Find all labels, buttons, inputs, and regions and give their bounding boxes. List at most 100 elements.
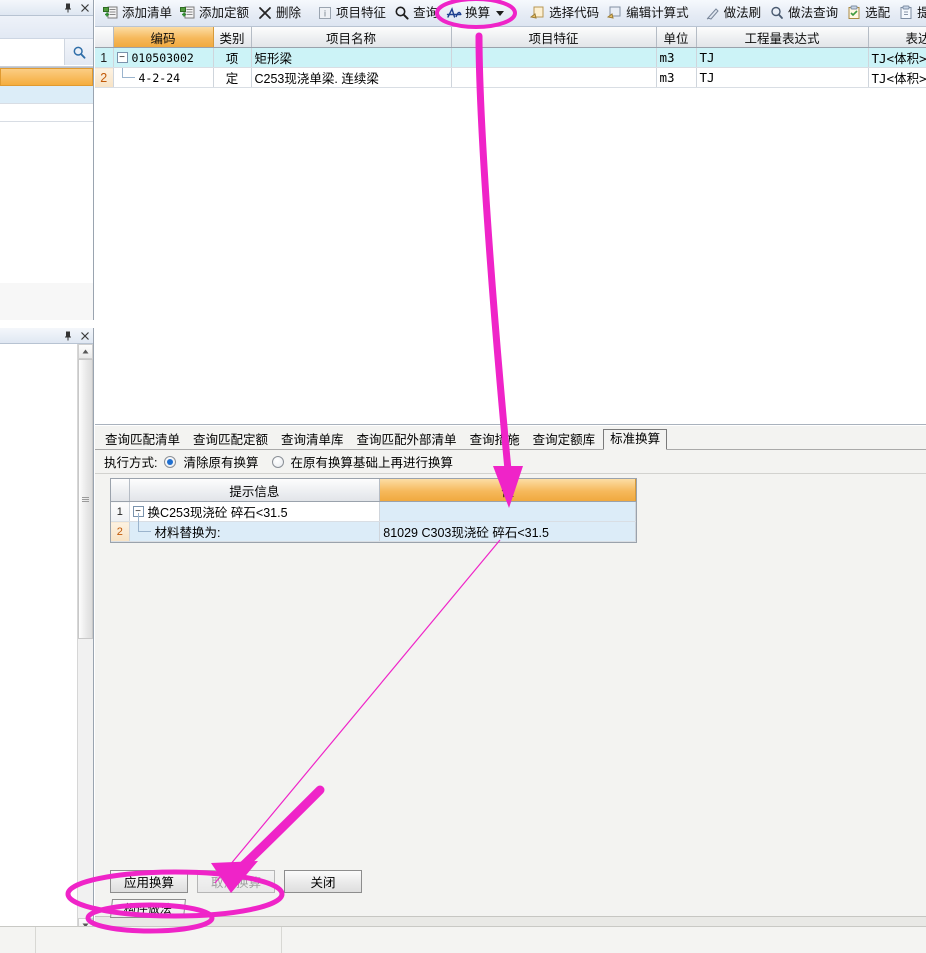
radio-label-clear-existing[interactable]: 清除原有换算 [183, 452, 258, 471]
radio-append-existing[interactable] [271, 455, 284, 468]
select-match-icon [846, 5, 862, 21]
radio-clear-existing[interactable] [164, 455, 177, 468]
toolbar-button-delete[interactable]: 删除 [253, 2, 305, 25]
column-header-name[interactable]: 项目名称 [251, 27, 452, 48]
row-number: 2 [111, 521, 130, 542]
left-panel-scrollbar[interactable] [77, 344, 93, 933]
scrollbar-thumb[interactable] [78, 359, 93, 639]
row-header-corner [95, 27, 114, 48]
toolbar-button-add-quota[interactable]: 添加定额 [176, 2, 253, 25]
table-row[interactable]: 2 4-2-24 定 C253现浇单梁. 连续梁 m3 TJ TJ<体积> [95, 67, 926, 88]
cell-code-text: 010503002 [131, 50, 194, 65]
close-icon[interactable] [79, 330, 90, 341]
cell-category[interactable]: 项 [213, 47, 252, 68]
apply-conversion-button[interactable]: 应用换算 [110, 870, 188, 893]
conversion-column-header-info[interactable]: 提示信息 [129, 479, 381, 502]
pin-icon[interactable] [62, 2, 73, 13]
toolbar-button-add-list[interactable]: 添加清单 [99, 2, 176, 25]
list-item[interactable] [0, 68, 93, 86]
cell-description[interactable]: TJ<体积> [868, 47, 926, 68]
toolbar-label: 添加定额 [199, 5, 250, 20]
cell-info-text: 换C253现浇砼 碎石<31.5 [147, 506, 288, 520]
list-item[interactable] [0, 86, 93, 104]
cell-name[interactable]: 矩形梁 [251, 47, 452, 68]
status-bar [0, 926, 926, 953]
table-row[interactable]: 1 − 换C253现浇砼 碎石<31.5 [111, 501, 636, 522]
toolbar-button-extract-method[interactable]: 提取做法 [894, 2, 926, 25]
toolbar-button-select-match[interactable]: 选配 [842, 2, 894, 25]
cell-expression[interactable]: TJ [696, 47, 869, 68]
edit-formula-icon [606, 5, 623, 21]
cell-value[interactable] [379, 501, 636, 522]
row-number: 2 [95, 67, 114, 88]
extract-method-icon [898, 5, 914, 21]
cell-expression[interactable]: TJ [696, 67, 869, 88]
left-panel-search[interactable] [0, 39, 93, 67]
toolbar-button-method-brush[interactable]: 做法刷 [701, 2, 766, 25]
cell-unit[interactable]: m3 [656, 67, 697, 88]
items-grid[interactable]: 编码 类别 项目名称 项目特征 单位 工程量表达式 表达 1 − 0105030… [95, 27, 926, 425]
cell-name[interactable]: C253现浇单梁. 连续梁 [251, 67, 452, 88]
row-number: 1 [111, 501, 130, 522]
toolbar-label: 查询 [413, 5, 439, 20]
tab-standard-conversion[interactable]: 标准换算 [603, 428, 668, 450]
cell-feature[interactable] [451, 67, 657, 88]
conversion-row-header-corner [111, 479, 130, 502]
column-header-unit[interactable]: 单位 [656, 27, 697, 48]
column-header-feature[interactable]: 项目特征 [451, 27, 657, 48]
cell-info[interactable]: − 换C253现浇砼 碎石<31.5 [129, 501, 381, 522]
tab-query-match-external[interactable]: 查询匹配外部清单 [352, 432, 462, 450]
toolbar-button-method-query[interactable]: 做法查询 [765, 2, 842, 25]
method-brush-icon [705, 5, 721, 21]
search-icon [394, 5, 410, 21]
close-button[interactable]: 关闭 [284, 870, 362, 893]
cell-code[interactable]: − 010503002 [113, 47, 214, 68]
delete-icon [257, 5, 273, 21]
cell-unit[interactable]: m3 [656, 47, 697, 68]
lower-tabstrip: 查询匹配清单 查询匹配定额 查询清单库 查询匹配外部清单 查询措施 查询定额库 … [95, 426, 926, 450]
toolbar-button-project-feature[interactable]: i 项目特征 [313, 2, 390, 25]
left-panel-list[interactable] [0, 67, 93, 283]
search-input[interactable] [0, 41, 67, 64]
radio-label-append-existing[interactable]: 在原有换算基础上再进行换算 [291, 452, 454, 471]
cell-category[interactable]: 定 [213, 67, 252, 88]
table-row[interactable]: 2 材料替换为: 81029 C303现浇砼 碎石<31.5 [111, 513, 636, 542]
list-item[interactable] [0, 104, 93, 122]
column-header-code[interactable]: 编码 [113, 27, 214, 48]
tab-query-match-quota[interactable]: 查询匹配定额 [188, 432, 273, 450]
toolbar-button-edit-formula[interactable]: 编辑计算式 [603, 2, 693, 25]
conversion-table-wrapper[interactable]: 提示信息 值 1 − 换C253现浇砼 碎石<31.5 2 材料替换为: 810… [110, 478, 637, 543]
collapse-icon[interactable]: − [116, 52, 128, 63]
toolbar-button-query[interactable]: 查询 [390, 2, 442, 25]
conversion-column-header-value[interactable]: 值 [379, 479, 636, 502]
add-list-icon [103, 5, 119, 21]
table-row[interactable]: 1 − 010503002 项 矩形梁 m3 TJ TJ<体积> [95, 47, 926, 68]
method-query-icon [769, 5, 785, 21]
toolbar-label: 项目特征 [336, 5, 387, 20]
tab-query-match-list[interactable]: 查询匹配清单 [100, 432, 185, 450]
cell-description[interactable]: TJ<体积> [868, 67, 926, 88]
toolbar-button-select-code[interactable]: 选择代码 [526, 2, 603, 25]
cell-feature[interactable] [451, 47, 657, 68]
cancel-conversion-button[interactable]: 取消换算 [197, 870, 275, 893]
scroll-up-arrow-icon[interactable] [78, 344, 93, 359]
cell-code[interactable]: 4-2-24 [113, 67, 214, 88]
column-header-category[interactable]: 类别 [213, 27, 252, 48]
search-icon[interactable] [64, 39, 93, 65]
table-header-row: 编码 类别 项目名称 项目特征 单位 工程量表达式 表达 [95, 27, 926, 48]
toolbar-label: 换算 [465, 5, 491, 20]
toolbar-label: 做法查询 [788, 5, 839, 20]
column-header-description[interactable]: 表达 [868, 27, 926, 48]
toolbar-button-convert[interactable]: 换算 [442, 2, 508, 25]
cell-info[interactable]: 材料替换为: [129, 513, 381, 542]
pin-icon[interactable] [62, 330, 73, 341]
tab-query-quota-library[interactable]: 查询定额库 [528, 432, 601, 450]
column-header-expression[interactable]: 工程量表达式 [696, 27, 869, 48]
tab-component-method[interactable]: 构件做法 [110, 899, 186, 918]
chevron-down-icon[interactable] [496, 10, 505, 16]
items-table: 编码 类别 项目名称 项目特征 单位 工程量表达式 表达 1 − 0105030… [95, 27, 926, 88]
close-icon[interactable] [79, 2, 90, 13]
cell-value[interactable]: 81029 C303现浇砼 碎石<31.5 [379, 521, 636, 542]
tab-query-list-library[interactable]: 查询清单库 [276, 432, 349, 450]
tab-query-measures[interactable]: 查询措施 [465, 432, 525, 450]
